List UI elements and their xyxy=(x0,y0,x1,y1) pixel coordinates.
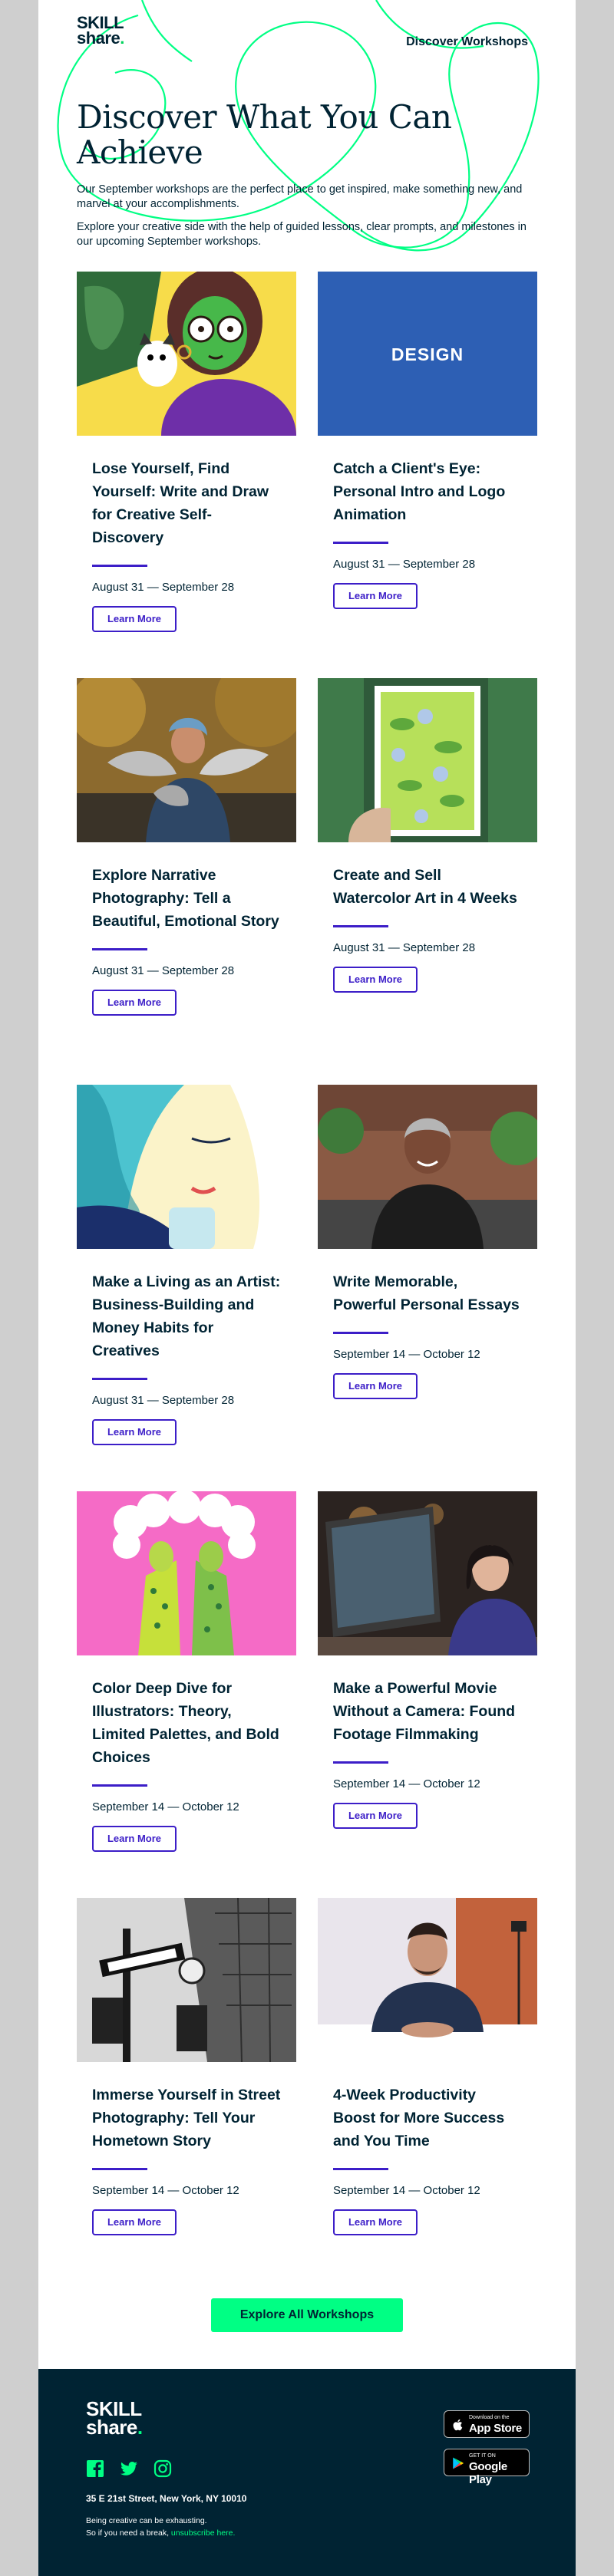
title-divider xyxy=(333,2168,388,2170)
footer-unsubscribe-line: So if you need a break, unsubscribe here… xyxy=(86,2528,235,2538)
workshop-dates: August 31 — September 28 xyxy=(92,1394,235,1407)
workshop-image-artist-business[interactable] xyxy=(77,1085,296,1249)
unsubscribe-link[interactable]: unsubscribe here. xyxy=(171,2528,235,2538)
workshop-title[interactable]: 4-Week Productivity Boost for More Succe… xyxy=(333,2084,522,2153)
footer-fine-print: Being creative can be exhausting. xyxy=(86,2516,207,2525)
workshop-dates: September 14 — October 12 xyxy=(92,2184,239,2197)
google-play-small-text: GET IT ON xyxy=(469,2453,496,2459)
footer-skillshare-logo[interactable]: SKILL share. xyxy=(86,2399,143,2439)
title-divider xyxy=(92,948,147,950)
logo-line-2: share xyxy=(86,2416,137,2439)
workshop-dates: August 31 — September 28 xyxy=(333,558,476,571)
learn-more-button[interactable]: Learn More xyxy=(333,1803,418,1829)
workshop-dates: August 31 — September 28 xyxy=(333,941,476,954)
workshop-card: Color Deep Dive for Illustrators: Theory… xyxy=(77,1491,296,1852)
workshop-image-watercolor[interactable] xyxy=(318,678,537,842)
workshop-dates: September 14 — October 12 xyxy=(333,1348,480,1361)
company-address: 35 E 21st Street, New York, NY 10010 xyxy=(86,2493,247,2504)
workshop-image-self-discovery[interactable] xyxy=(77,272,296,436)
title-divider xyxy=(92,1378,147,1380)
discover-workshops-link[interactable]: Discover Workshops xyxy=(406,35,528,49)
learn-more-button[interactable]: Learn More xyxy=(92,990,177,1016)
workshop-dates: August 31 — September 28 xyxy=(92,964,235,977)
explore-all-workshops-button[interactable]: Explore All Workshops xyxy=(211,2298,403,2332)
logo-line-2: share xyxy=(77,28,120,48)
title-divider xyxy=(92,565,147,567)
social-links xyxy=(86,2459,172,2478)
app-store-small-text: Download on the xyxy=(469,2415,510,2420)
title-divider xyxy=(92,2168,147,2170)
learn-more-button[interactable]: Learn More xyxy=(92,606,177,632)
email-container: SKILL share. Discover Workshops Discover… xyxy=(38,0,576,2576)
workshop-image-color-theory[interactable] xyxy=(77,1491,296,1655)
footer: SKILL share. 35 E 21st Street, New York,… xyxy=(38,2369,576,2576)
workshop-title[interactable]: Create and Sell Watercolor Art in 4 Week… xyxy=(333,864,522,910)
workshop-card: DESIGN Catch a Client's Eye: Personal In… xyxy=(318,272,537,609)
learn-more-button[interactable]: Learn More xyxy=(92,1826,177,1852)
twitter-icon[interactable] xyxy=(120,2459,138,2478)
workshop-dates: September 14 — October 12 xyxy=(333,1777,480,1790)
learn-more-button[interactable]: Learn More xyxy=(333,583,418,609)
workshop-title[interactable]: Immerse Yourself in Street Photography: … xyxy=(92,2084,281,2153)
workshop-card: Write Memorable, Powerful Personal Essay… xyxy=(318,1085,537,1399)
workshop-title[interactable]: Catch a Client's Eye: Personal Intro and… xyxy=(333,457,522,526)
apple-icon xyxy=(453,2419,463,2431)
workshop-card: 4-Week Productivity Boost for More Succe… xyxy=(318,1898,537,2235)
learn-more-button[interactable]: Learn More xyxy=(333,2209,418,2235)
google-play-big-text: Google Play xyxy=(469,2460,507,2486)
workshop-card: Make a Powerful Movie Without a Camera: … xyxy=(318,1491,537,1829)
workshop-image-street-photography[interactable] xyxy=(77,1898,296,2062)
workshop-image-logo-animation[interactable]: DESIGN xyxy=(318,272,537,436)
header: SKILL share. Discover Workshops Discover… xyxy=(38,0,576,253)
workshop-card: Immerse Yourself in Street Photography: … xyxy=(77,1898,296,2235)
logo-dot: . xyxy=(120,28,124,48)
workshop-title[interactable]: Explore Narrative Photography: Tell a Be… xyxy=(92,864,281,933)
workshop-dates: September 14 — October 12 xyxy=(92,1800,239,1813)
app-store-badge[interactable]: Download on the App Store xyxy=(444,2410,530,2438)
learn-more-button[interactable]: Learn More xyxy=(92,1419,177,1445)
learn-more-button[interactable]: Learn More xyxy=(92,2209,177,2235)
hero-paragraph-2: Explore your creative side with the help… xyxy=(77,221,527,248)
learn-more-button[interactable]: Learn More xyxy=(333,967,418,993)
workshop-card: Explore Narrative Photography: Tell a Be… xyxy=(77,678,296,1016)
workshop-title[interactable]: Write Memorable, Powerful Personal Essay… xyxy=(333,1270,522,1316)
title-divider xyxy=(333,1332,388,1334)
skillshare-logo[interactable]: SKILL share. xyxy=(77,15,124,48)
workshop-dates: August 31 — September 28 xyxy=(92,581,235,594)
title-divider xyxy=(333,925,388,927)
google-play-icon xyxy=(453,2457,464,2469)
app-store-big-text: App Store xyxy=(469,2422,522,2435)
workshop-card: Make a Living as an Artist: Business-Bui… xyxy=(77,1085,296,1445)
instagram-icon[interactable] xyxy=(154,2459,172,2478)
workshop-image-productivity[interactable] xyxy=(318,1898,537,2062)
title-divider xyxy=(333,542,388,544)
workshop-title[interactable]: Make a Powerful Movie Without a Camera: … xyxy=(333,1677,522,1746)
workshop-title[interactable]: Color Deep Dive for Illustrators: Theory… xyxy=(92,1677,281,1769)
workshop-card: Create and Sell Watercolor Art in 4 Week… xyxy=(318,678,537,993)
workshop-image-found-footage[interactable] xyxy=(318,1491,537,1655)
learn-more-button[interactable]: Learn More xyxy=(333,1373,418,1399)
facebook-icon[interactable] xyxy=(86,2459,104,2478)
workshop-title[interactable]: Lose Yourself, Find Yourself: Write and … xyxy=(92,457,281,549)
workshop-card: Lose Yourself, Find Yourself: Write and … xyxy=(77,272,296,632)
hero-title: Discover What You Can Achieve xyxy=(77,98,452,171)
hero-paragraph-1: Our September workshops are the perfect … xyxy=(77,183,523,210)
title-divider xyxy=(92,1784,147,1787)
title-divider xyxy=(333,1761,388,1764)
footer-fine-print-2: So if you need a break, xyxy=(86,2528,169,2538)
design-image-text: DESIGN xyxy=(391,344,464,364)
workshop-image-narrative-photography[interactable] xyxy=(77,678,296,842)
google-play-badge[interactable]: GET IT ON Google Play xyxy=(444,2449,530,2486)
logo-dot: . xyxy=(137,2416,143,2439)
workshop-dates: September 14 — October 12 xyxy=(333,2184,480,2197)
workshop-image-personal-essays[interactable] xyxy=(318,1085,537,1249)
workshop-title[interactable]: Make a Living as an Artist: Business-Bui… xyxy=(92,1270,281,1362)
